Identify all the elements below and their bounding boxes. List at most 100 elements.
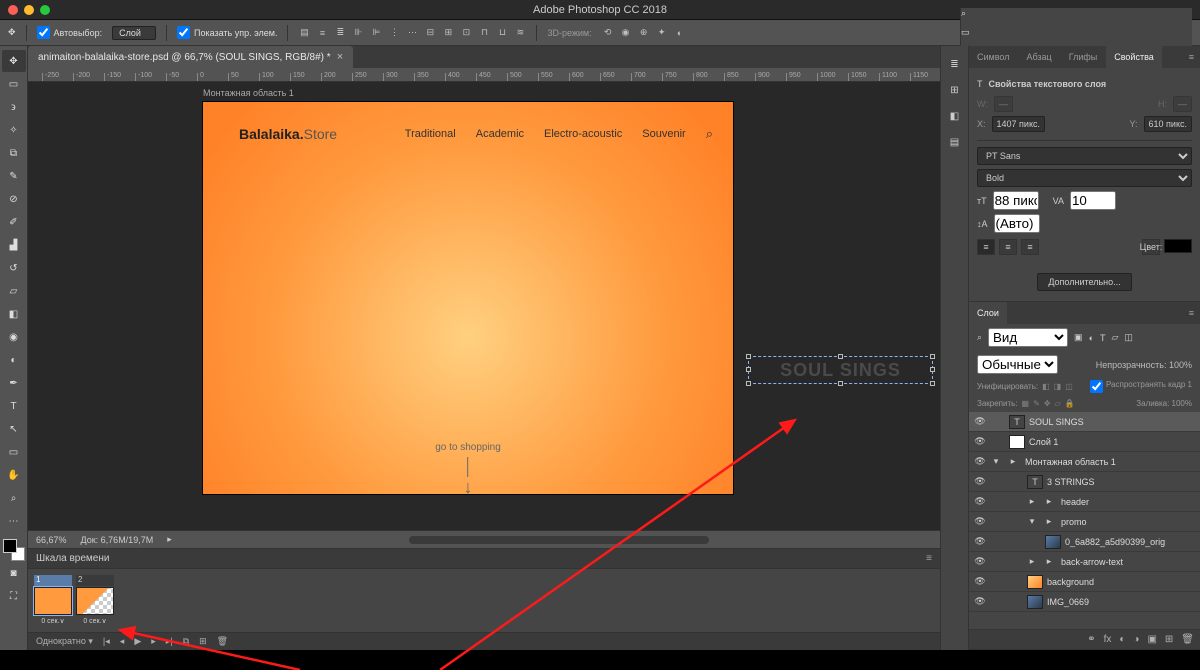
- lock-all-icon[interactable]: 🔒: [1065, 399, 1075, 408]
- tab-character[interactable]: Символ: [969, 46, 1017, 68]
- autoselect-dropdown[interactable]: Слой: [112, 26, 156, 40]
- filter-pixel-icon[interactable]: ▣: [1074, 332, 1083, 343]
- eyedropper-tool[interactable]: ✎: [2, 165, 26, 187]
- filter-smart-icon[interactable]: ◫: [1124, 332, 1133, 343]
- loop-dropdown[interactable]: Однократно ▾: [36, 636, 93, 647]
- marquee-tool[interactable]: ▭: [2, 73, 26, 95]
- visibility-icon[interactable]: 👁: [973, 536, 987, 547]
- magic-wand-tool[interactable]: ✧: [2, 119, 26, 141]
- libraries-icon[interactable]: ▤: [947, 134, 963, 150]
- visibility-icon[interactable]: 👁: [973, 436, 987, 447]
- prev-frame-icon[interactable]: ◂: [120, 636, 125, 647]
- mode3d-icons[interactable]: ⟲◉⊕✦◐: [602, 27, 686, 39]
- pen-tool[interactable]: ✒: [2, 372, 26, 394]
- lasso-tool[interactable]: ϶: [2, 96, 26, 118]
- new-layer-icon[interactable]: ⊞: [1165, 634, 1173, 645]
- crop-tool[interactable]: ⧉: [2, 142, 26, 164]
- lock-pixel-icon[interactable]: ✎: [1033, 399, 1040, 408]
- align-center-icon[interactable]: ≡: [999, 239, 1017, 255]
- play-icon[interactable]: ▶: [134, 636, 141, 647]
- visibility-icon[interactable]: 👁: [973, 416, 987, 427]
- visibility-icon[interactable]: 👁: [973, 496, 987, 507]
- healing-tool[interactable]: ⊘: [2, 188, 26, 210]
- prop-y[interactable]: 610 пикс.: [1144, 116, 1192, 132]
- layer-fx-icon[interactable]: fx: [1104, 634, 1112, 645]
- path-tool[interactable]: ↖: [2, 418, 26, 440]
- propagate-check[interactable]: Распространять кадр 1: [1090, 380, 1192, 393]
- history-icon[interactable]: ≣: [947, 56, 963, 72]
- link-layers-icon[interactable]: ⚭: [1087, 634, 1095, 645]
- visibility-icon[interactable]: 👁: [973, 456, 987, 467]
- layer-row[interactable]: 👁▾▸promo: [969, 512, 1200, 532]
- shape-tool[interactable]: ▭: [2, 441, 26, 463]
- layer-row[interactable]: 👁T3 STRINGS: [969, 472, 1200, 492]
- new-group-icon[interactable]: ▣: [1147, 634, 1156, 645]
- autoselect-check[interactable]: Автовыбор:: [37, 26, 103, 39]
- layer-mask-icon[interactable]: ◐: [1119, 634, 1125, 645]
- fill-field[interactable]: 100%: [1172, 399, 1192, 408]
- visibility-icon[interactable]: 👁: [973, 516, 987, 527]
- brush-tool[interactable]: ✐: [2, 211, 26, 233]
- close-tab-icon[interactable]: ×: [337, 51, 343, 63]
- lock-pos-icon[interactable]: ✥: [1044, 399, 1051, 408]
- unify-pos-icon[interactable]: ◧: [1042, 382, 1050, 391]
- tab-paragraph[interactable]: Абзац: [1018, 46, 1059, 68]
- visibility-icon[interactable]: 👁: [973, 596, 987, 607]
- move-tool[interactable]: ✥: [2, 50, 26, 72]
- timeline-frame-1[interactable]: 1 0 сек.∨: [34, 575, 72, 625]
- panel-menu-icon[interactable]: ≡: [1183, 308, 1200, 318]
- selection-bounding-box[interactable]: SOUL SINGS: [748, 356, 933, 384]
- font-size-field[interactable]: [993, 191, 1039, 210]
- next-frame-icon[interactable]: ▸: [151, 636, 156, 647]
- artboard[interactable]: Balalaika.Store Traditional Academic Ele…: [203, 102, 733, 494]
- screenmode-tool[interactable]: ⛶: [2, 585, 26, 607]
- prop-x[interactable]: 1407 пикс.: [992, 116, 1045, 132]
- stamp-tool[interactable]: ▟: [2, 234, 26, 256]
- color-icon[interactable]: ◧: [947, 108, 963, 124]
- dodge-tool[interactable]: ◐: [2, 349, 26, 371]
- opacity-field[interactable]: 100%: [1169, 360, 1192, 370]
- tracking-field[interactable]: [994, 214, 1040, 233]
- panel-menu-icon[interactable]: ≡: [1183, 52, 1200, 62]
- zoom-level[interactable]: 66,67%: [36, 535, 67, 545]
- layer-row[interactable]: 👁▸▸header: [969, 492, 1200, 512]
- lock-trans-icon[interactable]: ▦: [1022, 399, 1030, 408]
- hand-tool[interactable]: ✋: [2, 464, 26, 486]
- visibility-icon[interactable]: 👁: [973, 556, 987, 567]
- timeline-frame-2[interactable]: 2 0 сек.∨: [76, 575, 114, 625]
- tab-properties[interactable]: Свойства: [1106, 46, 1162, 68]
- show-controls-check[interactable]: Показать упр. элем.: [177, 26, 277, 39]
- delete-frame-icon[interactable]: 🗑: [217, 636, 228, 647]
- filter-shape-icon[interactable]: ▱: [1112, 332, 1119, 343]
- last-frame-icon[interactable]: ▸|: [166, 636, 173, 647]
- align-icons[interactable]: ▤≡≣⊪⊫⋮⋯⊟⊞⊡⊓⊔≋: [298, 27, 526, 39]
- visibility-icon[interactable]: 👁: [973, 476, 987, 487]
- layer-row[interactable]: 👁TSOUL SINGS: [969, 412, 1200, 432]
- type-tool[interactable]: T: [2, 395, 26, 417]
- new-fill-icon[interactable]: ◑: [1133, 634, 1139, 645]
- align-left-icon[interactable]: ≡: [977, 239, 995, 255]
- visibility-icon[interactable]: 👁: [973, 576, 987, 587]
- font-weight-select[interactable]: Bold: [977, 169, 1192, 187]
- blend-mode-select[interactable]: Обычные: [977, 355, 1058, 374]
- h-scrollbar[interactable]: [409, 536, 709, 544]
- layer-row[interactable]: 👁background: [969, 572, 1200, 592]
- eraser-tool[interactable]: ▱: [2, 280, 26, 302]
- quickmask-tool[interactable]: ◙: [2, 562, 26, 584]
- new-frame-icon[interactable]: ⊞: [199, 636, 207, 647]
- lock-artboard-icon[interactable]: ▱: [1055, 399, 1061, 408]
- unify-style-icon[interactable]: ◫: [1065, 382, 1073, 391]
- color-swatches[interactable]: [3, 539, 25, 561]
- zoom-tool[interactable]: ⌕: [2, 487, 26, 509]
- first-frame-icon[interactable]: |◂: [103, 636, 110, 647]
- font-family-select[interactable]: PT Sans: [977, 147, 1192, 165]
- layer-row[interactable]: 👁Слой 1: [969, 432, 1200, 452]
- workspace-icon[interactable]: ▭: [961, 27, 1192, 38]
- layer-filter-icon[interactable]: ⌕: [977, 332, 982, 343]
- layer-row[interactable]: 👁▸▸back-arrow-text: [969, 552, 1200, 572]
- unify-vis-icon[interactable]: ◨: [1054, 382, 1062, 391]
- swatches-icon[interactable]: ⊞: [947, 82, 963, 98]
- text-color-chip[interactable]: [1164, 239, 1192, 253]
- search-icon[interactable]: ⌕: [961, 8, 1192, 19]
- filter-type-icon[interactable]: T: [1100, 333, 1106, 343]
